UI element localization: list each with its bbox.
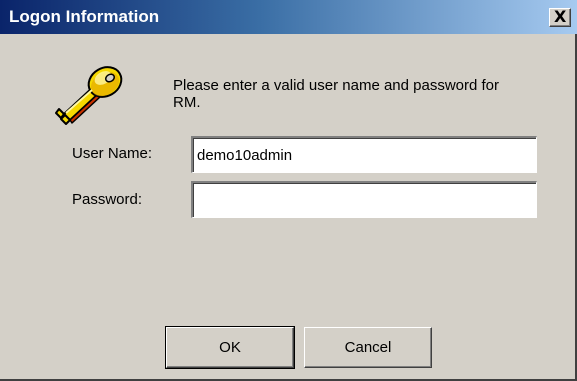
username-field[interactable] bbox=[191, 136, 537, 173]
key-icon bbox=[55, 66, 123, 125]
cancel-button[interactable]: Cancel bbox=[304, 327, 432, 368]
title-bar[interactable]: Logon Information X bbox=[0, 0, 577, 34]
close-button[interactable]: X bbox=[549, 7, 571, 27]
dialog-title: Logon Information bbox=[9, 7, 160, 26]
password-field[interactable] bbox=[191, 181, 537, 218]
instruction-text: Please enter a valid user name and passw… bbox=[173, 77, 500, 111]
ok-button[interactable]: OK bbox=[165, 326, 295, 369]
logon-dialog: Logon Information X Please enter a valid… bbox=[0, 0, 577, 381]
username-label: User Name: bbox=[72, 145, 153, 162]
password-label: Password: bbox=[72, 191, 143, 208]
close-icon: X bbox=[554, 7, 567, 26]
